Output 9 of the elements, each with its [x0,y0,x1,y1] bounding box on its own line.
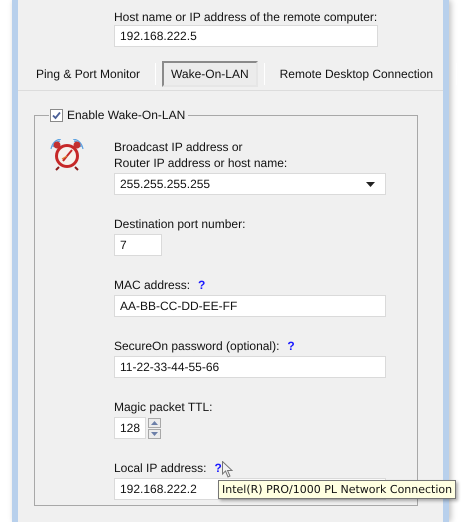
field-label: SecureOn password (optional): [114,338,280,354]
field-label: Magic packet TTL: [114,399,212,415]
host-label: Host name or IP address of the remote computer: [114,10,378,25]
field-label: Broadcast IP address or [114,139,243,155]
field-label: Local IP address: [114,460,207,476]
field-label: Router IP address or host name: [114,155,288,171]
field-label: Destination port number: [114,216,246,232]
field-label: MAC address: [114,277,190,293]
tooltip: Intel(R) PRO/1000 PL Network Connection [218,480,456,499]
